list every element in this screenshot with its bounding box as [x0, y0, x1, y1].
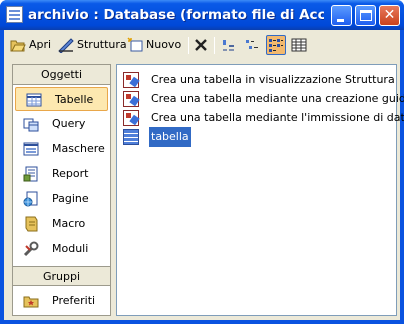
objects-bar: Oggetti Tabelle Query Maschere Report Pa… [12, 64, 111, 316]
list-item[interactable]: Crea una tabella mediante l'immissione d… [117, 108, 404, 128]
sidebar-item-label: Maschere [52, 142, 105, 155]
sidebar-item-reports[interactable]: Report [13, 162, 110, 186]
sidebar-item-favorites[interactable]: Preferiti [13, 289, 110, 313]
title-bar[interactable]: archivio : Database (formato file di Acc… [0, 0, 404, 30]
design-view-wizard-icon [123, 72, 140, 88]
maximize-button[interactable] [355, 5, 376, 26]
sidebar-item-macros[interactable]: Macro [13, 212, 110, 236]
table-icon [26, 93, 42, 107]
list-item-label: tabella [149, 127, 191, 147]
content-area: Oggetti Tabelle Query Maschere Report Pa… [4, 60, 404, 320]
sidebar-item-queries[interactable]: Query [13, 112, 110, 136]
folder-open-icon [10, 40, 26, 52]
list-item-label: Crea una tabella in visualizzazione Stru… [151, 73, 395, 86]
details-view-icon[interactable] [291, 37, 307, 53]
list-item-label: Crea una tabella mediante l'immissione d… [151, 111, 404, 124]
new-label: Nuovo [146, 38, 182, 51]
sidebar-item-label: Moduli [52, 242, 89, 255]
sidebar-item-label: Tabelle [55, 93, 94, 106]
new-icon [127, 37, 143, 52]
large-icons-view-icon[interactable] [220, 37, 236, 53]
list-item[interactable]: Crea una tabella mediante una creazione … [117, 89, 404, 109]
list-item[interactable]: Crea una tabella in visualizzazione Stru… [117, 70, 396, 90]
sidebar-item-tables[interactable]: Tabelle [15, 87, 108, 111]
query-icon [23, 118, 39, 132]
open-button[interactable]: Apri [10, 34, 56, 56]
new-button[interactable]: Nuovo [127, 34, 183, 56]
objects-header[interactable]: Oggetti [13, 65, 110, 85]
macro-icon [25, 216, 38, 232]
module-icon [23, 241, 39, 257]
close-button[interactable]: ✕ [379, 5, 400, 26]
window-title: archivio : Database (formato file di Acc… [28, 7, 324, 23]
sidebar-item-pages[interactable]: Pagine [13, 187, 110, 211]
list-view-button[interactable] [266, 35, 286, 55]
sidebar-item-label: Preferiti [52, 294, 96, 307]
database-window: archivio : Database (formato file di Acc… [0, 0, 404, 324]
design-ruler-icon [58, 38, 74, 53]
favorites-icon [23, 296, 39, 308]
sidebar-item-modules[interactable]: Moduli [13, 237, 110, 261]
sidebar-item-label: Macro [52, 217, 86, 230]
list-item-label: Crea una tabella mediante una creazione … [151, 92, 404, 105]
open-label: Apri [29, 38, 52, 51]
table-icon [123, 129, 139, 145]
list-view-icon [269, 39, 283, 52]
sidebar-item-label: Query [52, 117, 86, 130]
minimize-button[interactable] [331, 5, 352, 26]
toolbar: Apri Struttura Nuovo [4, 30, 400, 60]
design-label: Struttura [77, 38, 127, 51]
small-icons-view-icon[interactable] [244, 37, 260, 53]
sidebar-item-forms[interactable]: Maschere [13, 137, 110, 161]
data-entry-wizard-icon [123, 110, 140, 126]
wizard-icon [123, 91, 140, 107]
list-item-tabella[interactable]: tabella [117, 127, 396, 147]
sidebar-item-label: Pagine [52, 192, 89, 205]
page-icon [23, 191, 38, 207]
database-icon [6, 6, 23, 23]
delete-icon[interactable] [193, 37, 209, 53]
design-button[interactable]: Struttura [58, 34, 127, 56]
form-icon [23, 142, 39, 156]
objects-list: Crea una tabella in visualizzazione Stru… [116, 64, 404, 316]
toolbar-separator [188, 37, 189, 54]
groups-header[interactable]: Gruppi [13, 266, 110, 286]
report-icon [23, 166, 38, 182]
sidebar-item-label: Report [52, 167, 89, 180]
toolbar-separator [214, 37, 215, 54]
